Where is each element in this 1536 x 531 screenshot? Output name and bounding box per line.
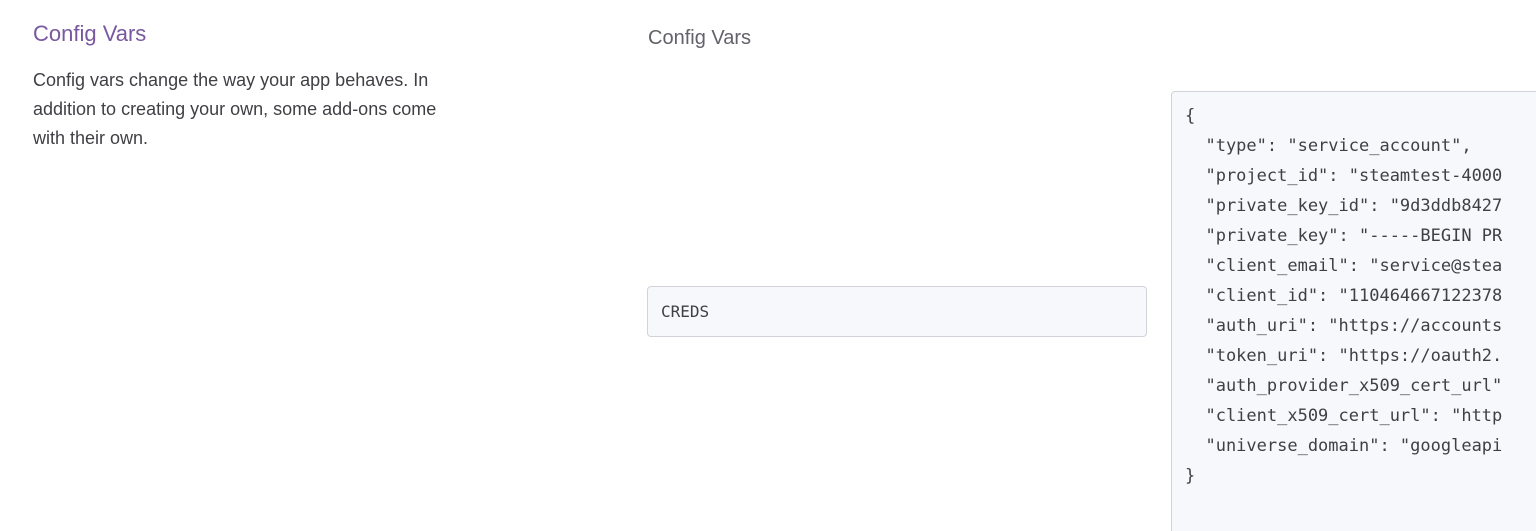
section-description: Config vars change the way your app beha… bbox=[33, 70, 437, 148]
config-var-value-textarea[interactable]: { "type": "service_account", "project_id… bbox=[1171, 91, 1536, 531]
value-line: "token_uri": "https://oauth2. bbox=[1185, 346, 1503, 366]
value-line: } bbox=[1185, 466, 1196, 486]
value-line: "private_key_id": "9d3ddb8427 bbox=[1185, 196, 1503, 216]
value-line: "client_email": "service@stea bbox=[1185, 256, 1503, 276]
config-vars-heading: Config Vars bbox=[648, 27, 752, 49]
value-line: "project_id": "steamtest-4000 bbox=[1185, 166, 1503, 186]
config-var-value-text: { "type": "service_account", "project_id… bbox=[1172, 92, 1536, 491]
value-line: "auth_uri": "https://accounts bbox=[1185, 316, 1503, 336]
value-line: "auth_provider_x509_cert_url" bbox=[1185, 376, 1503, 396]
config-var-key-input[interactable] bbox=[647, 286, 1147, 337]
value-line: "type": "service_account", bbox=[1185, 136, 1472, 156]
value-line: "client_id": "110464667122378 bbox=[1185, 286, 1503, 306]
value-line: "client_x509_cert_url": "http bbox=[1185, 406, 1503, 426]
value-line: "universe_domain": "googleapi bbox=[1185, 436, 1503, 456]
value-line: "private_key": "-----BEGIN PR bbox=[1185, 226, 1503, 246]
value-line: { bbox=[1185, 106, 1196, 126]
section-title: Config Vars bbox=[33, 21, 147, 46]
